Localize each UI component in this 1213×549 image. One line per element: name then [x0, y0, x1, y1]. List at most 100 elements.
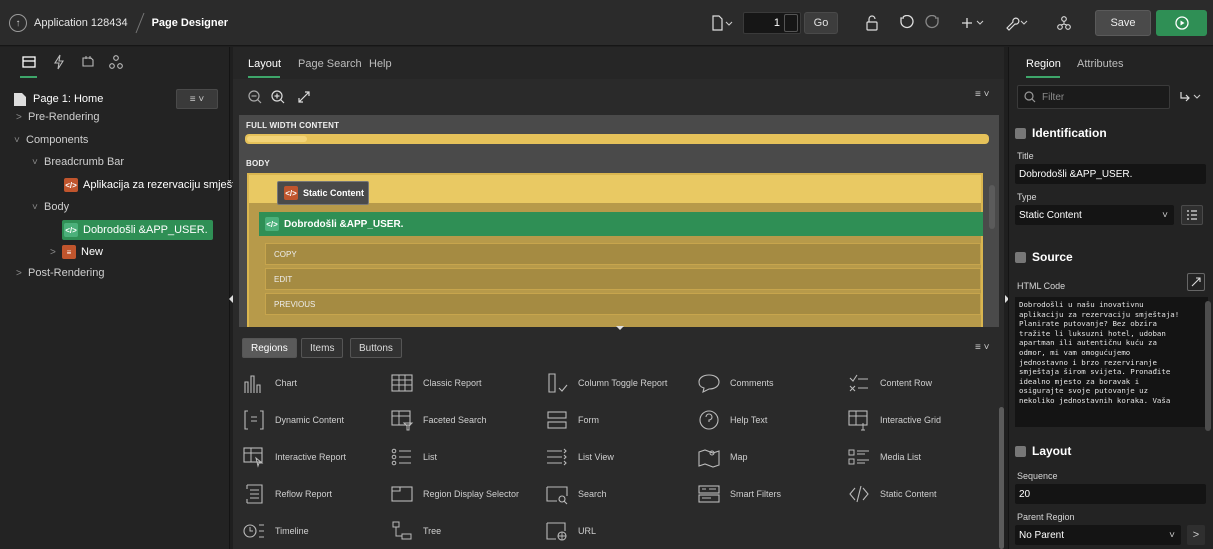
- go-to-parent-button[interactable]: >: [1187, 525, 1205, 545]
- expand-icon[interactable]: [296, 89, 312, 105]
- gallery-item-media-list[interactable]: Media List: [845, 443, 921, 471]
- dynamic-actions-tab-icon[interactable]: [51, 54, 67, 70]
- shared-components-tab-icon[interactable]: [108, 54, 124, 70]
- collapse-icon[interactable]: [1015, 445, 1026, 457]
- chevron-down-icon[interactable]: ˅: [32, 202, 44, 213]
- layout-menu-icon[interactable]: ≡ ˅: [975, 89, 989, 100]
- static-content-drag-chip[interactable]: </> Static Content: [277, 181, 369, 205]
- tree-label: Components: [26, 134, 89, 146]
- html-code-editor[interactable]: Dobrodošli u našu inovativnu aplikaciju …: [1015, 297, 1208, 427]
- splitter-handle-icon[interactable]: [616, 326, 624, 330]
- tree-node-components[interactable]: ˅ Components: [14, 130, 88, 150]
- tree-node-welcome-region-selected[interactable]: </> Dobrodošli &APP_USER.: [62, 220, 213, 240]
- gallery-item-interactive-grid[interactable]: Interactive Grid: [845, 406, 941, 434]
- gallery-item-url[interactable]: URL: [543, 517, 596, 545]
- chevron-down-icon[interactable]: ˅: [32, 157, 44, 168]
- sequence-field[interactable]: 20: [1015, 484, 1206, 504]
- gallery-item-dynamic-content[interactable]: Dynamic Content: [240, 406, 344, 434]
- gallery-item-label: Timeline: [275, 526, 309, 536]
- save-button[interactable]: Save: [1095, 10, 1151, 36]
- rendering-tab-icon[interactable]: [21, 54, 37, 70]
- tab-help[interactable]: Help: [369, 58, 392, 70]
- gallery-item-content-row[interactable]: Content Row: [845, 369, 932, 397]
- button-position-edit[interactable]: EDIT: [265, 268, 981, 290]
- gallery-item-static-content[interactable]: Static Content: [845, 480, 937, 508]
- gallery-scrollbar[interactable]: [999, 407, 1004, 549]
- type-list-button[interactable]: [1181, 205, 1203, 225]
- tab-region[interactable]: Region: [1026, 58, 1061, 70]
- zoom-out-icon[interactable]: [247, 89, 263, 105]
- full-width-region-slot[interactable]: [247, 136, 307, 142]
- gallery-tab-regions[interactable]: Regions: [242, 338, 297, 358]
- gallery-item-column-toggle-report[interactable]: Column Toggle Report: [543, 369, 667, 397]
- gallery-item-label: Map: [730, 452, 748, 462]
- gallery-item-interactive-report[interactable]: Interactive Report: [240, 443, 346, 471]
- gallery-item-comments[interactable]: Comments: [695, 369, 774, 397]
- filter-input[interactable]: Filter: [1017, 85, 1170, 109]
- tree-node-body[interactable]: ˅ Body: [32, 197, 69, 217]
- run-page-button[interactable]: [1156, 10, 1207, 36]
- tab-attributes[interactable]: Attributes: [1077, 58, 1123, 70]
- layout-header[interactable]: Layout: [1015, 437, 1208, 465]
- gallery-tab-items[interactable]: Items: [301, 338, 344, 358]
- page-number-input[interactable]: 1: [743, 12, 801, 34]
- tab-page-search[interactable]: Page Search: [298, 58, 362, 70]
- gallery-item-classic-report[interactable]: Classic Report: [388, 369, 482, 397]
- tree-node-pre-rendering[interactable]: > Pre-Rendering: [16, 107, 100, 127]
- gallery-item-tree[interactable]: Tree: [388, 517, 441, 545]
- gallery-item-form[interactable]: Form: [543, 406, 599, 434]
- chevron-right-icon[interactable]: >: [50, 247, 62, 258]
- tab-layout[interactable]: Layout: [248, 58, 281, 70]
- gallery-tab-buttons[interactable]: Buttons: [350, 338, 402, 358]
- type-select[interactable]: Static Content ˅: [1015, 205, 1174, 225]
- button-position-copy[interactable]: COPY: [265, 243, 981, 265]
- gallery-item-list[interactable]: List: [388, 443, 437, 471]
- gallery-item-faceted-search[interactable]: Faceted Search: [388, 406, 487, 434]
- gallery-item-search[interactable]: Search: [543, 480, 607, 508]
- arrow-up-icon[interactable]: ↑: [9, 14, 27, 32]
- utilities-menu-button[interactable]: [1002, 10, 1032, 36]
- expand-code-button[interactable]: [1187, 273, 1205, 291]
- zoom-in-icon[interactable]: [270, 89, 286, 105]
- collapse-icon[interactable]: [1015, 251, 1026, 263]
- shared-components-button[interactable]: [1052, 10, 1076, 36]
- chevron-down-icon[interactable]: ˅: [14, 135, 26, 146]
- parent-region-select[interactable]: No Parent ˅: [1015, 525, 1181, 545]
- redo-button[interactable]: [920, 10, 944, 36]
- tree-node-breadcrumb-bar[interactable]: ˅ Breadcrumb Bar: [32, 152, 124, 172]
- gallery-item-map[interactable]: Map: [695, 443, 748, 471]
- gallery-item-list-view[interactable]: List View: [543, 443, 614, 471]
- tree-node-new-region[interactable]: > ≡ New: [50, 242, 103, 262]
- create-menu-button[interactable]: [958, 10, 988, 36]
- gallery-item-timeline[interactable]: Timeline: [240, 517, 309, 545]
- gallery-item-reflow-report[interactable]: Reflow Report: [240, 480, 332, 508]
- selected-region-row[interactable]: </> Dobrodošli &APP_USER.: [259, 212, 983, 236]
- tree-node-breadcrumb-region[interactable]: </> Aplikacija za rezervaciju smještaja: [64, 175, 250, 195]
- property-editor-scrollbar[interactable]: [1205, 301, 1211, 431]
- gallery-item-chart[interactable]: Chart: [240, 369, 297, 397]
- full-width-content-drop-zone[interactable]: [245, 134, 989, 144]
- button-position-previous[interactable]: PREVIOUS: [265, 293, 981, 315]
- go-to-group-icon[interactable]: [1179, 91, 1203, 103]
- gallery-item-smart-filters[interactable]: Smart Filters: [695, 480, 781, 508]
- canvas-scrollbar[interactable]: [989, 185, 995, 229]
- tree-node-post-rendering[interactable]: > Post-Rendering: [16, 263, 104, 283]
- gallery-item-help-text[interactable]: Help Text: [695, 406, 767, 434]
- page-select-button[interactable]: [708, 10, 738, 36]
- chevron-right-icon[interactable]: >: [16, 112, 28, 123]
- processing-tab-icon[interactable]: [80, 54, 96, 70]
- identification-header[interactable]: Identification: [1015, 119, 1208, 147]
- page-number-spinner[interactable]: [784, 14, 798, 32]
- source-header[interactable]: Source: [1015, 243, 1208, 271]
- undo-button[interactable]: [895, 10, 919, 36]
- chevron-right-icon[interactable]: >: [16, 268, 28, 279]
- gallery-item-region-display-selector[interactable]: Region Display Selector: [388, 480, 519, 508]
- sequence-label: Sequence: [1017, 471, 1058, 481]
- app-name-link[interactable]: Application 128434: [34, 17, 128, 29]
- title-field[interactable]: Dobrodošli &APP_USER.: [1015, 164, 1206, 184]
- tree-menu-button[interactable]: ≡ ˅: [176, 89, 218, 109]
- gallery-menu-icon[interactable]: ≡ ˅: [975, 342, 989, 353]
- go-button[interactable]: Go: [804, 12, 838, 34]
- lock-button[interactable]: [860, 10, 884, 36]
- collapse-icon[interactable]: [1015, 127, 1026, 139]
